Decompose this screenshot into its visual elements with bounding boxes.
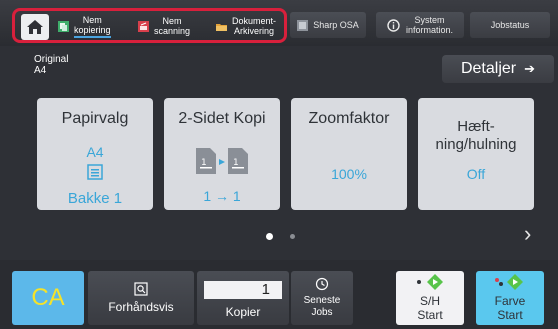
staple-title-line: ning/hulning xyxy=(435,136,517,153)
svg-text:1: 1 xyxy=(233,158,239,168)
recent-jobs-line: Seneste xyxy=(303,295,341,306)
staple-punch-title: Hæft- ning/hulning xyxy=(418,118,534,154)
start-bw-button[interactable]: S/H Start xyxy=(396,271,464,325)
start-bw-indicator xyxy=(415,274,445,290)
zoom-button[interactable]: Zoomfaktor 100% xyxy=(291,98,407,210)
sharp-osa-button[interactable]: Sharp OSA xyxy=(290,12,366,38)
zoom-value: 100% xyxy=(331,166,367,182)
mono-dot-icon xyxy=(417,280,421,284)
duplex-copy-title: 2-Sidet Kopi xyxy=(178,110,266,127)
paper-size-value: A4 xyxy=(86,144,104,160)
start-diamond-icon xyxy=(427,274,443,290)
paper-tray-icon xyxy=(87,164,103,180)
recent-jobs-line: Jobs xyxy=(311,307,333,318)
start-color-button[interactable]: Farve Start xyxy=(476,271,544,325)
paper-select-button[interactable]: Papirvalg A4 Bakke 1 xyxy=(37,98,153,210)
chevron-right-icon[interactable]: › xyxy=(524,221,531,247)
sharp-osa-icon xyxy=(297,19,309,31)
start-diamond-icon xyxy=(507,274,523,290)
paper-tray-value: Bakke 1 xyxy=(67,190,123,207)
start-color-line: Start xyxy=(497,308,523,322)
preview-label: Forhåndsvis xyxy=(108,300,174,314)
sharp-osa-label: Sharp OSA xyxy=(313,20,359,30)
zoom-title: Zoomfaktor xyxy=(308,110,390,127)
system-info-line: System xyxy=(414,15,445,25)
copies-label: Kopier xyxy=(225,305,261,319)
recent-jobs-button[interactable]: Seneste Jobs xyxy=(291,271,353,325)
page-dot xyxy=(290,234,295,239)
system-info-label: System information. xyxy=(406,15,453,35)
system-info-button[interactable]: System information. xyxy=(376,12,464,38)
jobstatus-label: Jobstatus xyxy=(490,20,530,30)
original-info: Original A4 xyxy=(34,54,68,76)
start-color-line: Farve xyxy=(494,294,526,308)
original-value: A4 xyxy=(34,65,47,76)
details-button[interactable]: Detaljer ➔ xyxy=(442,55,554,83)
preview-icon xyxy=(134,282,148,296)
duplex-icon: 1 1 xyxy=(196,148,248,174)
highlight-frame xyxy=(12,8,287,43)
paper-select-title: Papirvalg xyxy=(61,110,129,127)
system-info-line: information. xyxy=(405,25,454,35)
details-label: Detaljer xyxy=(460,60,517,77)
staple-title-line: Hæft- xyxy=(457,118,495,135)
clear-all-button[interactable]: CA xyxy=(12,271,84,325)
preview-button[interactable]: Forhåndsvis xyxy=(88,271,194,325)
page-dot-active xyxy=(266,233,273,240)
start-bw-line: Start xyxy=(417,308,443,322)
svg-text:1: 1 xyxy=(201,158,207,168)
staple-value: Off xyxy=(466,166,486,182)
color-dot-icon xyxy=(495,278,499,282)
start-color-indicator xyxy=(495,274,525,290)
start-bw-line: S/H xyxy=(419,294,440,308)
history-icon xyxy=(315,277,329,291)
duplex-mode-value: 1 → 1 xyxy=(203,188,241,204)
info-icon xyxy=(387,18,400,32)
duplex-copy-button[interactable]: 2-Sidet Kopi 1 1 1 → 1 xyxy=(164,98,280,210)
jobstatus-button[interactable]: Jobstatus xyxy=(470,12,550,38)
color-dot-icon xyxy=(499,282,503,286)
original-label: Original xyxy=(34,54,69,65)
clear-all-label: CA xyxy=(31,284,65,311)
staple-punch-button[interactable]: Hæft- ning/hulning Off xyxy=(418,98,534,210)
copies-input[interactable]: 1 xyxy=(204,281,282,299)
arrow-right-icon: ➔ xyxy=(524,61,536,76)
